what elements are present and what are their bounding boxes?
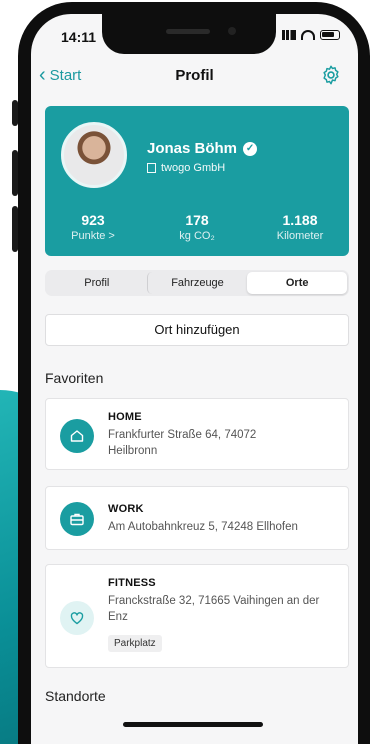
home-indicator[interactable] bbox=[123, 722, 263, 727]
tab-fahrzeuge[interactable]: Fahrzeuge bbox=[146, 272, 248, 294]
place-card-fitness[interactable]: FITNESS Franckstraße 32, 71665 Vaihingen… bbox=[45, 564, 349, 668]
place-card-work[interactable]: WORK Am Autobahnkreuz 5, 74248 Ellhofen bbox=[45, 486, 349, 550]
speaker-icon bbox=[166, 29, 210, 34]
building-icon bbox=[147, 163, 156, 173]
profile-card: Jonas Böhm ✓ twogo GmbH 923 Punkte > 178… bbox=[45, 106, 349, 256]
profile-name-row: Jonas Böhm ✓ bbox=[147, 140, 258, 157]
phone-notch bbox=[102, 14, 276, 54]
stat-km-label: Kilometer bbox=[276, 230, 324, 242]
stat-points-value: 923 bbox=[81, 212, 105, 228]
place-title: FITNESS bbox=[108, 577, 156, 589]
tab-profil[interactable]: Profil bbox=[47, 272, 147, 294]
add-place-button[interactable]: Ort hinzufügen bbox=[45, 314, 349, 346]
camera-icon bbox=[228, 27, 236, 35]
place-title: HOME bbox=[108, 411, 142, 423]
stat-km: 1.188 Kilometer bbox=[265, 212, 335, 242]
signal-icon bbox=[282, 30, 296, 40]
place-address: Frankfurter Straße 64, 74072 Heilbronn bbox=[108, 429, 257, 457]
navigation-bar: ‹ Start Profil bbox=[31, 62, 358, 92]
verified-badge-icon: ✓ bbox=[243, 141, 258, 156]
place-card-home[interactable]: HOME Frankfurter Straße 64, 74072 Heilbr… bbox=[45, 398, 349, 470]
stat-co2-value: 178 bbox=[185, 212, 209, 228]
locations-heading: Standorte bbox=[45, 688, 106, 704]
stat-co2: 178 kg CO₂ bbox=[165, 212, 229, 242]
page-title: Profil bbox=[175, 67, 214, 84]
stat-co2-label: kg CO₂ bbox=[179, 230, 215, 242]
briefcase-icon bbox=[60, 502, 94, 536]
place-address: Franckstraße 32, 71665 Vaihingen an der … bbox=[108, 595, 320, 623]
gear-icon[interactable] bbox=[320, 64, 342, 86]
company-name: twogo GmbH bbox=[161, 162, 226, 174]
heart-icon bbox=[60, 601, 94, 635]
company-row: twogo GmbH bbox=[147, 162, 225, 174]
favorites-heading: Favoriten bbox=[45, 370, 104, 386]
profile-name: Jonas Böhm bbox=[147, 140, 238, 157]
stat-points[interactable]: 923 Punkte > bbox=[63, 212, 123, 242]
app-screen: 14:11 ‹ Start Profil Jonas Böhm ✓ twogo … bbox=[31, 14, 358, 744]
place-title: WORK bbox=[108, 503, 144, 515]
status-icons bbox=[282, 30, 340, 40]
wifi-icon bbox=[301, 30, 315, 40]
battery-icon bbox=[320, 30, 340, 40]
parking-tag: Parkplatz bbox=[108, 635, 162, 652]
house-icon bbox=[60, 419, 94, 453]
tab-orte[interactable]: Orte bbox=[247, 272, 348, 294]
stat-km-value: 1.188 bbox=[282, 212, 318, 228]
stat-points-label: Punkte > bbox=[71, 230, 115, 242]
avatar bbox=[61, 122, 127, 188]
place-address: Am Autobahnkreuz 5, 74248 Ellhofen bbox=[108, 521, 298, 533]
profile-tabs: Profil Fahrzeuge Orte bbox=[45, 270, 349, 296]
status-time: 14:11 bbox=[61, 29, 97, 45]
